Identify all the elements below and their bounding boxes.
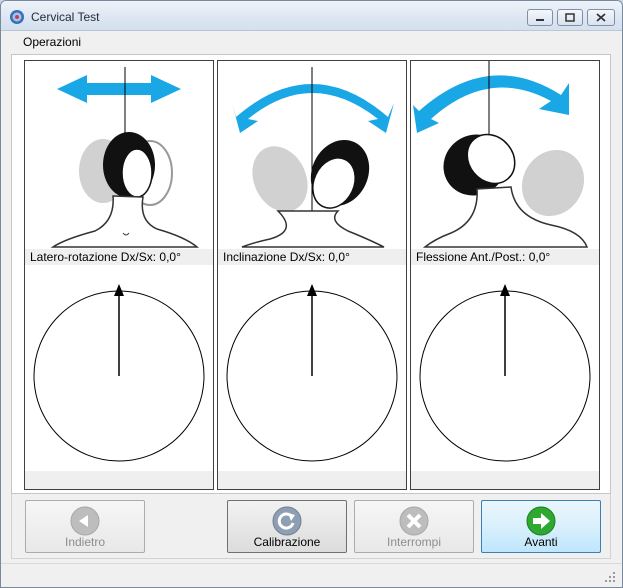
app-icon (10, 10, 24, 24)
inclination-label: Inclinazione Dx/Sx: 0,0° (218, 249, 406, 265)
status-bar (1, 563, 622, 587)
close-icon (596, 13, 606, 22)
window-title: Cervical Test (31, 10, 100, 24)
curved-arrow-icon (232, 84, 394, 133)
calibrate-button-label: Calibrazione (253, 535, 321, 549)
inclination-panel: Inclinazione Dx/Sx: 0,0° (217, 60, 407, 490)
needle-arrow-icon (114, 284, 124, 296)
lateral-rotation-panel: Latero-rotazione Dx/Sx: 0,0° (24, 60, 214, 490)
next-button-label: Avanti (524, 535, 558, 549)
close-circle-icon (399, 506, 429, 536)
action-button-bar: Indietro Calibrazione Interrompi Avanti (11, 494, 611, 559)
lateral-rotation-label: Latero-rotazione Dx/Sx: 0,0° (25, 249, 213, 265)
menu-bar: Operazioni (1, 31, 622, 53)
lateral-rotation-gauge (33, 284, 205, 462)
back-button-label: Indietro (64, 535, 106, 549)
double-arrow-icon (57, 75, 181, 103)
flexion-illustration (413, 61, 589, 248)
panel-footer (218, 471, 406, 489)
needle-arrow-icon (500, 284, 510, 296)
maximize-button[interactable] (557, 9, 583, 26)
inclination-gauge (226, 284, 398, 462)
close-button[interactable] (587, 9, 615, 26)
inclination-illustration (232, 67, 394, 248)
arrow-right-icon (526, 506, 556, 536)
minimize-icon (536, 18, 544, 21)
panel-footer (25, 471, 213, 489)
calibrate-button[interactable]: Calibrazione (227, 500, 347, 553)
arrow-left-icon (70, 506, 100, 536)
needle-arrow-icon (307, 284, 317, 296)
stop-button-label: Interrompi (386, 535, 442, 549)
stop-button[interactable]: Interrompi (354, 500, 474, 553)
minimize-button[interactable] (527, 9, 553, 26)
restore-icon (565, 13, 575, 22)
title-bar[interactable]: Cervical Test (1, 1, 622, 31)
cervical-test-window: Cervical Test Operazioni Latero-rotazion… (0, 0, 623, 588)
curved-arrow-icon (413, 75, 569, 133)
menu-operazioni[interactable]: Operazioni (23, 35, 81, 49)
panel-footer (411, 471, 599, 489)
next-button[interactable]: Avanti (481, 500, 601, 553)
measurement-panels: Latero-rotazione Dx/Sx: 0,0° Inclinazion… (11, 54, 611, 494)
flexion-panel: Flessione Ant./Post.: 0,0° (410, 60, 600, 490)
flexion-gauge (419, 284, 591, 462)
refresh-icon (272, 506, 302, 536)
back-button[interactable]: Indietro (25, 500, 145, 553)
flexion-label: Flessione Ant./Post.: 0,0° (411, 249, 599, 265)
lateral-rotation-illustration (50, 67, 200, 248)
resize-grip-icon[interactable] (604, 571, 616, 583)
